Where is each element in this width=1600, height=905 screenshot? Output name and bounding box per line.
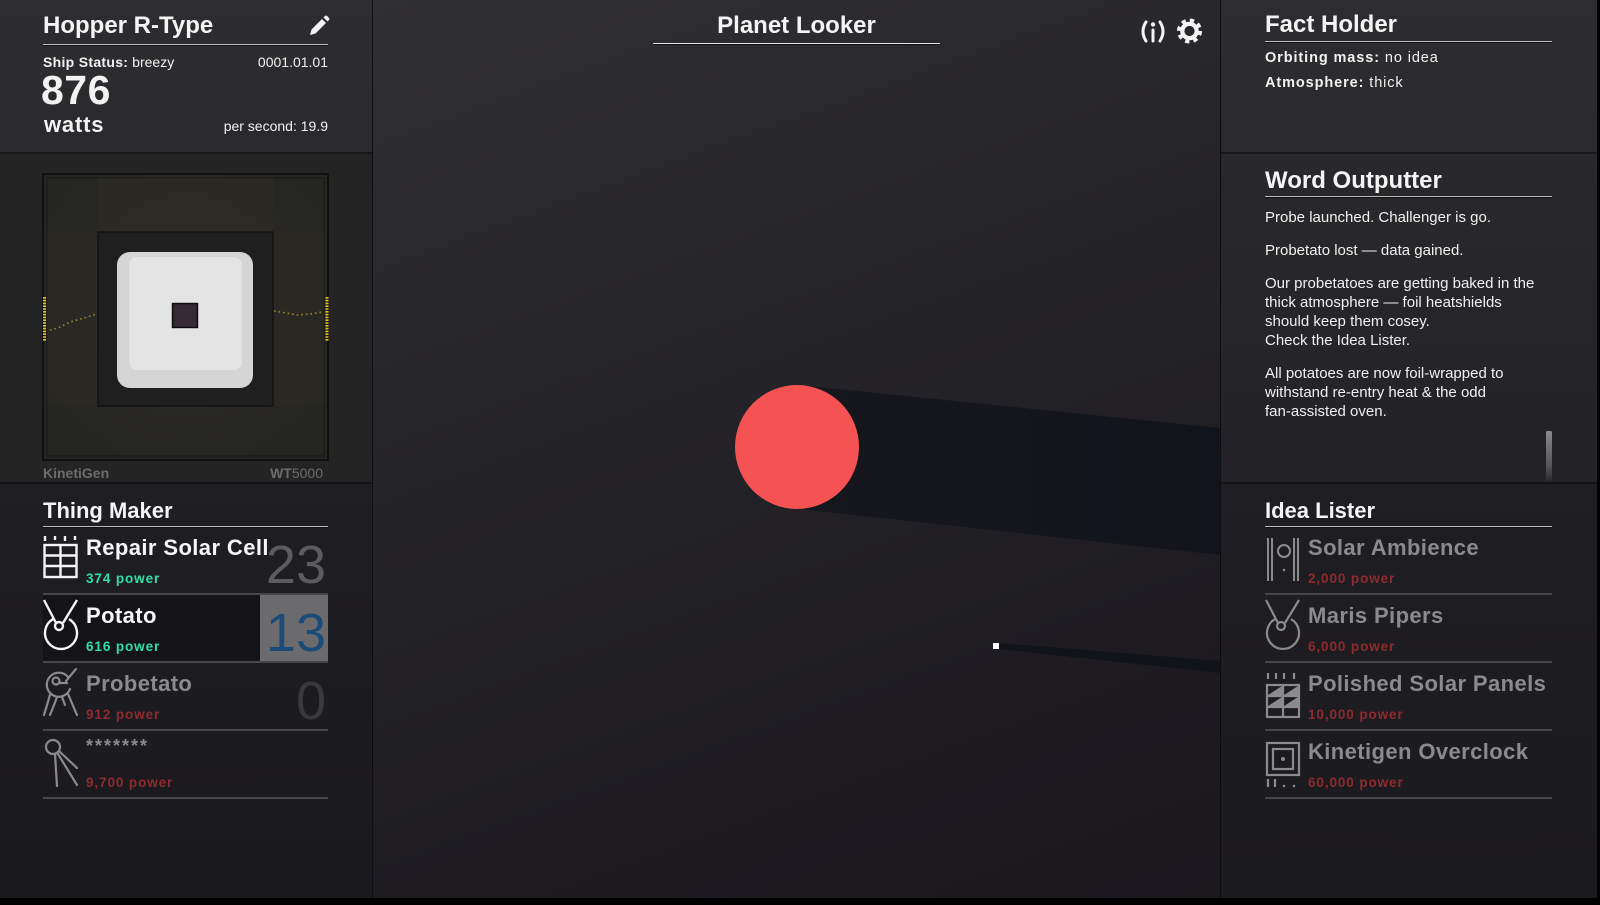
thing-maker-item-probetato[interactable]: Probetato 912 power 0	[43, 663, 328, 731]
thing-maker-item-potato[interactable]: Potato 616 power 13	[43, 595, 328, 663]
planet[interactable]	[735, 385, 859, 509]
planet-looker-panel: Planet Looker	[373, 0, 1220, 898]
item-cost: 6,000 power	[1308, 639, 1396, 654]
item-name: Potato	[86, 603, 157, 628]
ship-name: Hopper R-Type	[43, 12, 214, 39]
power-value: 876	[41, 67, 111, 113]
idea-lister-list: Solar Ambience 2,000 power Maris Pipers …	[1265, 527, 1552, 799]
power-rate: per second: 19.9	[43, 117, 328, 135]
item-count: 0	[295, 671, 326, 731]
pencil-icon[interactable]	[307, 15, 330, 38]
item-name: Repair Solar Cell	[86, 535, 269, 560]
info-icon[interactable]	[1139, 19, 1167, 44]
idea-item-maris-pipers[interactable]: Maris Pipers 6,000 power	[1265, 595, 1552, 663]
generator-model-prefix: WT	[270, 465, 292, 481]
sputnik-icon	[44, 738, 79, 788]
planet-looker-title: Planet Looker	[717, 12, 876, 39]
thing-maker-item-repair-solar-cell[interactable]: Repair Solar Cell 374 power 23	[43, 527, 328, 595]
item-name: Solar Ambience	[1308, 535, 1480, 560]
polished-panels-icon	[1265, 673, 1301, 719]
message-line: thick atmosphere — foil heatshields	[1265, 294, 1502, 311]
message-line: withstand re-entry heat & the odd	[1265, 384, 1486, 401]
message-line: Probe launched. Challenger is go.	[1265, 209, 1491, 226]
message-log-scrollbar[interactable]	[1546, 431, 1552, 481]
item-name: *******	[86, 736, 150, 756]
item-name: Probetato	[86, 671, 193, 696]
item-name: Polished Solar Panels	[1308, 671, 1547, 696]
fact-orbiting-mass: Orbiting mass: no idea	[1265, 49, 1439, 67]
potato-icon	[1265, 599, 1301, 651]
message-line: All potatoes are now foil-wrapped to	[1265, 365, 1504, 382]
fact-holder-underline	[1265, 41, 1552, 42]
item-cost: 9,700 power	[86, 775, 174, 790]
word-outputter-underline	[1265, 196, 1552, 197]
planet-looker-underline	[653, 43, 940, 44]
thing-maker-item-locked[interactable]: ******* 9,700 power	[43, 731, 328, 799]
probe-shadow-trail	[999, 643, 1220, 673]
idea-item-solar-ambience[interactable]: Solar Ambience 2,000 power	[1265, 527, 1552, 595]
item-name: Kinetigen Overclock	[1308, 739, 1529, 764]
thing-maker-title: Thing Maker	[43, 498, 173, 523]
item-cost: 374 power	[86, 571, 161, 586]
item-cost: 60,000 power	[1308, 775, 1404, 790]
message: All potatoes are now foil-wrapped to wit…	[1265, 364, 1555, 421]
fact-label: Atmosphere:	[1265, 75, 1365, 91]
power-rate-value: 19.9	[300, 118, 328, 134]
message-log: Probe launched. Challenger is go. Probet…	[1265, 208, 1555, 435]
fact-value: no idea	[1379, 50, 1439, 66]
message-line: should keep them cosey.	[1265, 313, 1430, 330]
planet-shadow-trail	[799, 385, 1220, 555]
message: Probe launched. Challenger is go.	[1265, 208, 1555, 227]
message: Our probetatoes are getting baked in the…	[1265, 274, 1555, 350]
overclock-icon	[1265, 741, 1301, 788]
idea-item-kinetigen-overclock[interactable]: Kinetigen Overclock 60,000 power	[1265, 731, 1552, 799]
fact-holder-title: Fact Holder	[1265, 11, 1398, 38]
gear-icon[interactable]	[1176, 18, 1203, 44]
message-line: fan-assisted oven.	[1265, 403, 1387, 420]
item-cost: 10,000 power	[1308, 707, 1404, 722]
word-outputter-title: Word Outputter	[1265, 167, 1442, 194]
item-count: 13	[265, 603, 326, 663]
right-panel: Fact Holder Orbiting mass: no idea Atmos…	[1221, 0, 1597, 898]
planet-view[interactable]	[373, 0, 1220, 898]
item-count: 23	[265, 535, 326, 595]
thing-maker-list: Repair Solar Cell 374 power 23 Potato 61…	[43, 527, 328, 799]
probetato-icon	[43, 667, 79, 717]
item-cost: 616 power	[86, 639, 161, 654]
ship-name-underline	[43, 44, 328, 45]
message-line: Probetato lost — data gained.	[1265, 242, 1464, 259]
message-line: Our probetatoes are getting baked in the	[1265, 275, 1535, 292]
ship-header: Hopper R-Type Ship Status: breezy 0001.0…	[0, 0, 372, 152]
power-rate-label: per second:	[223, 118, 301, 134]
potato-icon	[43, 599, 79, 651]
fact-value: thick	[1364, 75, 1404, 91]
probe[interactable]	[993, 643, 999, 649]
generator-model-number: 5000	[291, 465, 323, 481]
item-cost: 2,000 power	[1308, 571, 1396, 586]
item-cost: 912 power	[86, 707, 161, 722]
kinetigen-generator[interactable]	[0, 152, 372, 482]
fact-label: Orbiting mass:	[1265, 50, 1380, 66]
generator-core-indicator	[171, 302, 199, 329]
fact-atmosphere: Atmosphere: thick	[1265, 74, 1404, 92]
item-name: Maris Pipers	[1308, 603, 1444, 628]
idea-lister-title: Idea Lister	[1265, 498, 1376, 523]
message: Probetato lost — data gained.	[1265, 241, 1555, 260]
message-line: Check the Idea Lister.	[1265, 332, 1411, 349]
idea-item-polished-solar-panels[interactable]: Polished Solar Panels 10,000 power	[1265, 663, 1552, 731]
left-panel: Hopper R-Type Ship Status: breezy 0001.0…	[0, 0, 372, 898]
item-count-highlight: 13	[260, 595, 328, 661]
solar-cell-icon	[43, 536, 78, 579]
game-window: Hopper R-Type Ship Status: breezy 0001.0…	[0, 0, 1597, 898]
solar-ambience-icon	[1267, 538, 1299, 581]
generator-model: WT5000	[43, 464, 323, 482]
